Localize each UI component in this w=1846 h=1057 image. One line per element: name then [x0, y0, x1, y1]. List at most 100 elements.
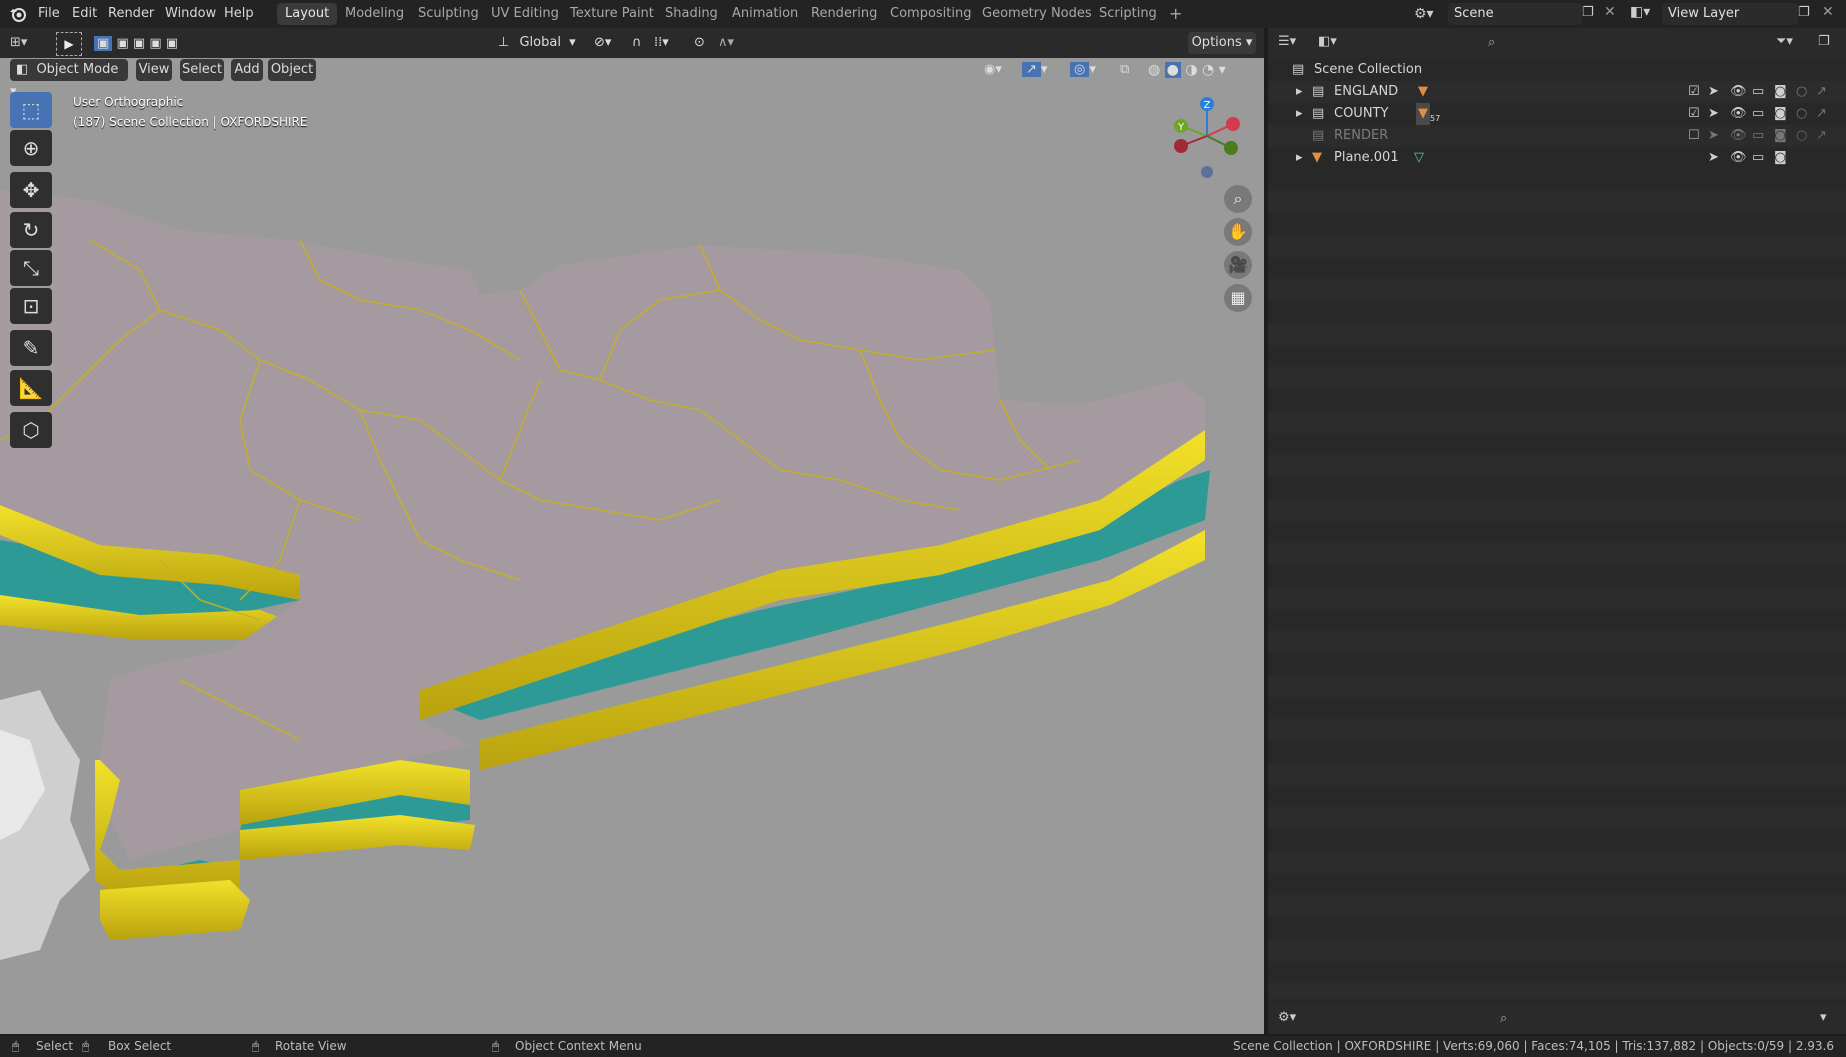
- shading-mode-icons[interactable]: ◍ ● ◑ ◔ ▾: [1148, 59, 1248, 81]
- selectable-arrow-icon[interactable]: ➤: [1708, 81, 1719, 103]
- mode-intersect-icon[interactable]: ▣: [166, 36, 178, 51]
- tab-layout[interactable]: Layout: [277, 3, 338, 25]
- pan-view-hand-icon[interactable]: ✋: [1224, 218, 1252, 246]
- tab-sculpting[interactable]: Sculpting: [410, 3, 487, 25]
- visibility-eye-icon[interactable]: 👁: [1730, 125, 1747, 147]
- delete-scene-icon[interactable]: ✕: [1604, 4, 1616, 20]
- menu-help[interactable]: Help: [224, 0, 254, 28]
- outliner-search-input[interactable]: ⌕: [1482, 32, 1606, 54]
- viewport-monitor-icon[interactable]: ▭: [1752, 103, 1764, 125]
- mode-subtract-icon[interactable]: ▣: [133, 36, 145, 51]
- viewport-monitor-icon[interactable]: ▭: [1752, 147, 1764, 169]
- outliner-editor-type-icon[interactable]: ☰▾: [1278, 34, 1296, 49]
- expand-arrow-icon[interactable]: ▸: [1296, 103, 1303, 125]
- visibility-eye-icon[interactable]: 👁: [1730, 81, 1747, 103]
- viewport-monitor-icon[interactable]: ▭: [1752, 125, 1764, 147]
- tab-uv-editing[interactable]: UV Editing: [483, 3, 567, 25]
- tab-texture-paint[interactable]: Texture Paint: [562, 3, 662, 25]
- scene-name-field[interactable]: Scene: [1448, 3, 1582, 25]
- scale-tool-icon[interactable]: ⤡: [10, 250, 52, 286]
- view-menu-button[interactable]: View: [136, 59, 172, 81]
- scene-type-icon[interactable]: ⚙▾: [1414, 4, 1444, 24]
- new-view-layer-icon[interactable]: ❐: [1798, 5, 1810, 20]
- camera-view-icon[interactable]: 🎥: [1224, 251, 1252, 279]
- exclude-checkbox[interactable]: ☑: [1688, 81, 1700, 103]
- annotate-tool-icon[interactable]: ✎: [10, 330, 52, 366]
- navigation-gizmo[interactable]: Z Y: [1165, 94, 1245, 184]
- material-shading-icon[interactable]: ◑: [1185, 62, 1197, 78]
- rendered-shading-icon[interactable]: ◔: [1202, 62, 1214, 78]
- render-camera-icon[interactable]: ◙: [1774, 125, 1787, 147]
- tab-shading[interactable]: Shading: [657, 3, 726, 25]
- tab-geometry-nodes[interactable]: Geometry Nodes: [974, 3, 1100, 25]
- rotate-tool-icon[interactable]: ↻: [10, 212, 52, 248]
- visibility-selectability-icon[interactable]: ◉▾: [984, 59, 1018, 81]
- mode-invert-icon[interactable]: ▣: [149, 36, 161, 51]
- object-mode-dropdown[interactable]: ◧ Object Mode ▾: [10, 59, 128, 99]
- exclude-checkbox[interactable]: ☐: [1688, 125, 1700, 147]
- outliner-row-render[interactable]: ▤ RENDER ☐ ➤ 👁 ▭ ◙ ○ ↗: [1268, 125, 1846, 147]
- overlays-toggle-icon[interactable]: ◎ ▾: [1070, 59, 1110, 81]
- display-mode-icon[interactable]: ◧▾: [1318, 34, 1337, 49]
- view-layer-field[interactable]: View Layer: [1662, 3, 1798, 25]
- pivot-point-icon[interactable]: ⊘▾: [594, 32, 624, 54]
- new-collection-icon[interactable]: ❐: [1818, 34, 1830, 49]
- gizmo-toggle-icon[interactable]: ↗ ▾: [1022, 59, 1062, 81]
- indirect-only-icon[interactable]: ↗: [1816, 125, 1827, 147]
- select-tool-icon[interactable]: ▶: [56, 32, 82, 56]
- blender-logo-icon[interactable]: [8, 4, 28, 24]
- exclude-checkbox[interactable]: ☑: [1688, 103, 1700, 125]
- measure-tool-icon[interactable]: 📐: [10, 370, 52, 406]
- falloff-curve-icon[interactable]: ∧▾: [718, 32, 748, 54]
- select-box-tool-icon[interactable]: ⬚: [10, 92, 52, 128]
- options-dropdown[interactable]: Options ▾: [1188, 32, 1256, 54]
- render-camera-icon[interactable]: ◙: [1774, 147, 1787, 169]
- tab-modeling[interactable]: Modeling: [337, 3, 412, 25]
- holdout-icon[interactable]: ○: [1796, 81, 1807, 103]
- outliner-row-england[interactable]: ▸ ▤ ENGLAND ▼ ☑ ➤ 👁 ▭ ◙ ○ ↗: [1268, 81, 1846, 103]
- add-cube-tool-icon[interactable]: ⬡: [10, 412, 52, 448]
- tab-rendering[interactable]: Rendering: [803, 3, 885, 25]
- transform-tool-icon[interactable]: ⊡: [10, 288, 52, 324]
- filter-icon[interactable]: ⏷▾: [1776, 34, 1793, 49]
- visibility-eye-icon[interactable]: 👁: [1730, 147, 1747, 169]
- tab-compositing[interactable]: Compositing: [882, 3, 980, 25]
- snap-target-icon[interactable]: ⁞⁞▾: [654, 32, 684, 54]
- outliner-row-county[interactable]: ▸ ▤ COUNTY ▼ 57 ☑ ➤ 👁 ▭ ◙ ○ ↗: [1268, 103, 1846, 125]
- properties-search-input[interactable]: ⌕: [1494, 1008, 1618, 1030]
- menu-render[interactable]: Render: [108, 0, 154, 28]
- viewport-monitor-icon[interactable]: ▭: [1752, 81, 1764, 103]
- visibility-eye-icon[interactable]: 👁: [1730, 103, 1747, 125]
- render-camera-icon[interactable]: ◙: [1774, 81, 1787, 103]
- view-layer-icon[interactable]: ◧▾: [1630, 4, 1650, 20]
- menu-edit[interactable]: Edit: [72, 0, 97, 28]
- render-camera-icon[interactable]: ◙: [1774, 103, 1787, 125]
- mode-extend-icon[interactable]: ▣: [116, 36, 128, 51]
- zoom-view-icon[interactable]: ⌕: [1224, 185, 1252, 213]
- chevron-down-icon[interactable]: ▾: [1820, 1010, 1827, 1025]
- proportional-edit-icon[interactable]: ⊙: [694, 32, 714, 54]
- perspective-toggle-grid-icon[interactable]: ▦: [1224, 284, 1252, 312]
- indirect-only-icon[interactable]: ↗: [1816, 103, 1827, 125]
- menu-file[interactable]: File: [38, 0, 60, 28]
- selection-mode-icons[interactable]: ▣ ▣ ▣ ▣ ▣: [94, 34, 198, 54]
- wireframe-shading-icon[interactable]: ◍: [1148, 62, 1160, 78]
- select-menu-button[interactable]: Select: [180, 59, 224, 81]
- selectable-arrow-icon[interactable]: ➤: [1708, 147, 1719, 169]
- holdout-icon[interactable]: ○: [1796, 103, 1807, 125]
- outliner-root-row[interactable]: ▤ Scene Collection: [1268, 59, 1846, 81]
- transform-orientation-dropdown[interactable]: ⊥ Global ▾: [498, 32, 582, 54]
- mode-set-icon[interactable]: ▣: [94, 36, 113, 51]
- object-menu-button[interactable]: Object: [268, 59, 316, 81]
- solid-shading-icon[interactable]: ●: [1164, 62, 1181, 78]
- xray-toggle-icon[interactable]: ⧉: [1120, 59, 1140, 81]
- indirect-only-icon[interactable]: ↗: [1816, 81, 1827, 103]
- expand-arrow-icon[interactable]: ▸: [1296, 81, 1303, 103]
- expand-arrow-icon[interactable]: ▸: [1296, 147, 1303, 169]
- add-menu-button[interactable]: Add: [231, 59, 263, 81]
- tab-scripting[interactable]: Scripting: [1091, 3, 1165, 25]
- move-tool-icon[interactable]: ✥: [10, 172, 52, 208]
- new-scene-icon[interactable]: ❐: [1582, 5, 1594, 20]
- cursor-tool-icon[interactable]: ⊕: [10, 130, 52, 166]
- menu-window[interactable]: Window: [165, 0, 216, 28]
